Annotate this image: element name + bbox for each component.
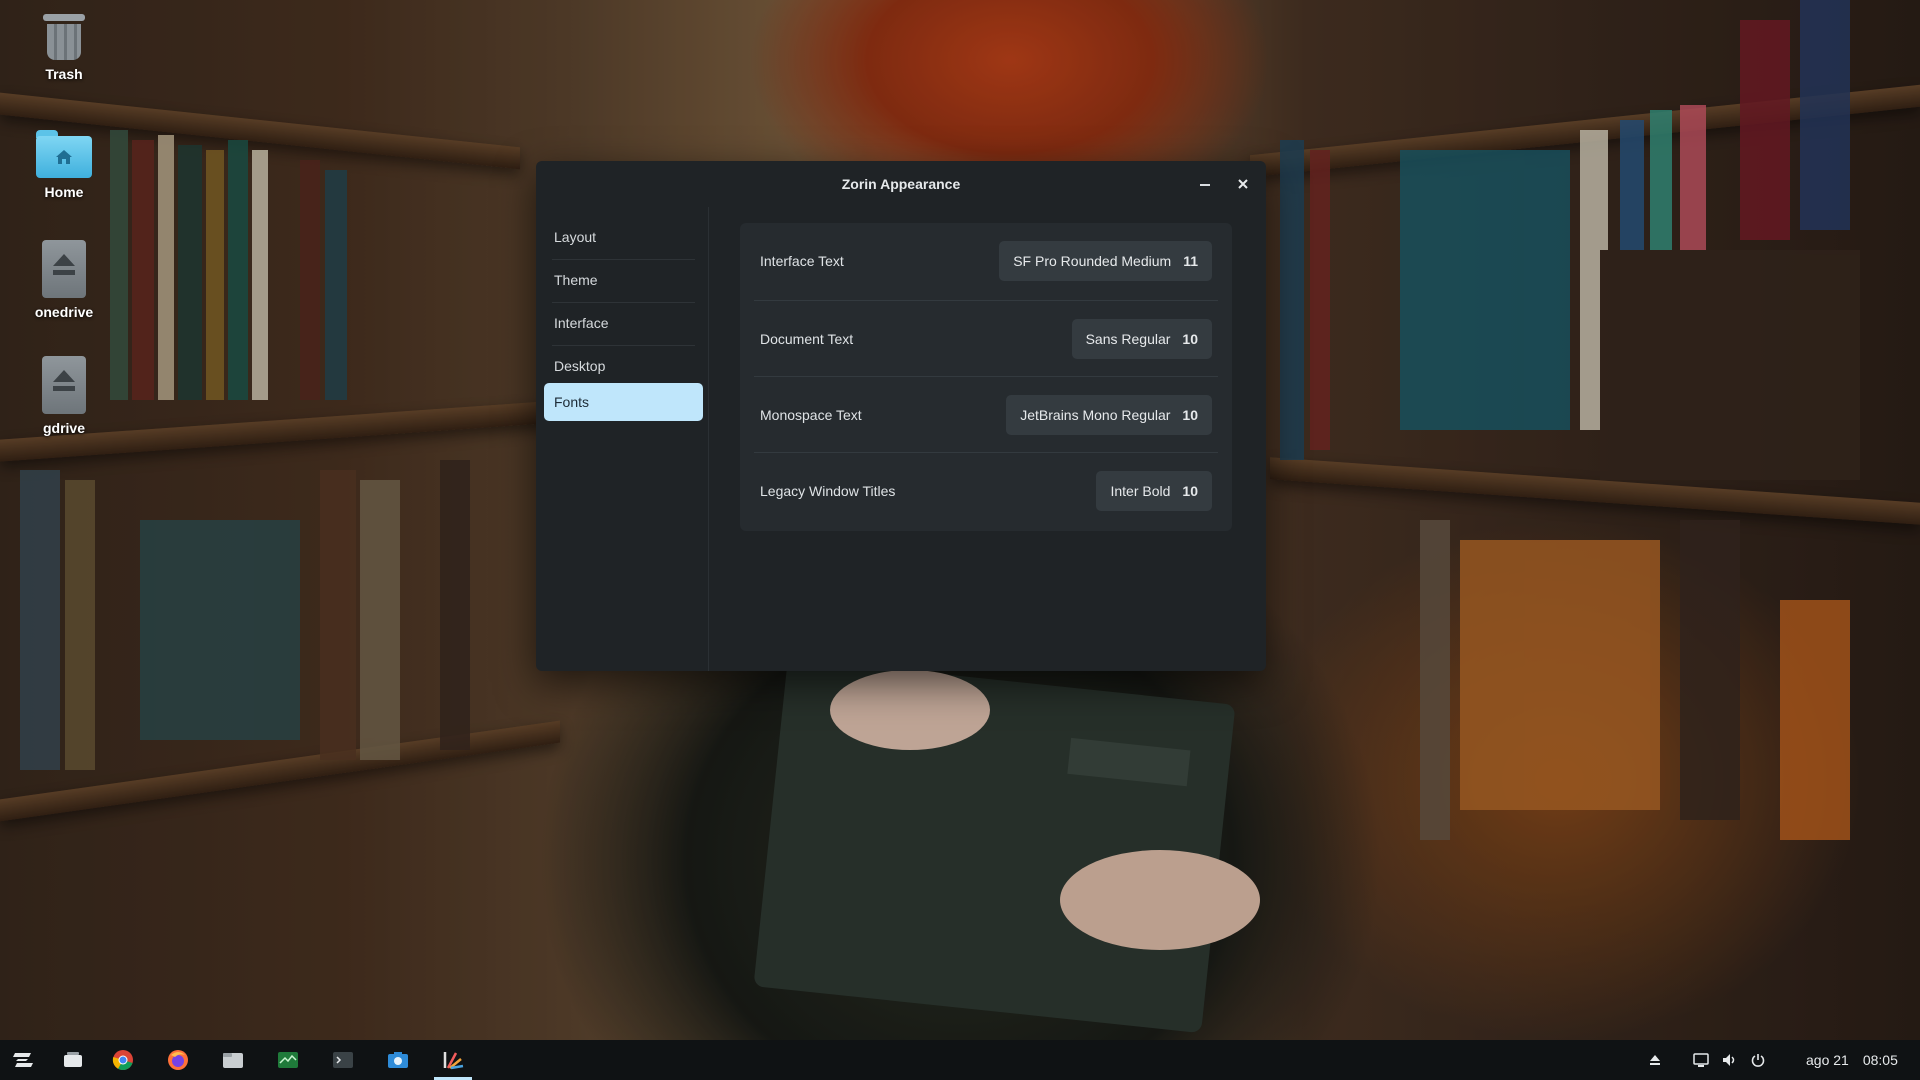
screen-icon [1693,1053,1709,1067]
sidebar-item-label: Theme [554,272,598,288]
system-monitor-icon [278,1052,298,1068]
system-tray: ago 21 08:05 [1640,1040,1898,1080]
minimize-button[interactable] [1194,173,1216,195]
fonts-card: Interface Text SF Pro Rounded Medium 11 … [740,223,1232,531]
power-icon [1751,1054,1765,1067]
desktop-icon-gdrive[interactable]: gdrive [16,356,112,436]
desktop-icon-onedrive[interactable]: onedrive [16,240,112,320]
minimize-icon [1200,184,1210,186]
document-font-button[interactable]: Sans Regular 10 [1071,319,1212,359]
legacy-titles-font-button[interactable]: Inter Bold 10 [1096,471,1212,511]
chrome-button[interactable] [100,1040,146,1080]
sidebar-item-interface[interactable]: Interface [544,305,703,341]
sidebar-item-fonts[interactable]: Fonts [544,383,703,421]
home-folder-icon [36,130,92,178]
font-size: 11 [1183,253,1198,269]
sidebar-item-desktop[interactable]: Desktop [544,348,703,384]
font-size: 10 [1182,331,1198,347]
font-size: 10 [1182,483,1198,499]
sidebar-divider [552,259,695,260]
eject-button[interactable] [1640,1054,1670,1066]
files-icon [223,1053,243,1068]
power-button[interactable] [1744,1053,1772,1067]
terminal-button[interactable] [320,1040,366,1080]
clock-time[interactable]: 08:05 [1863,1052,1898,1068]
font-name: Inter Bold [1110,483,1171,499]
taskbar: ago 21 08:05 [0,1040,1920,1080]
font-row-label: Document Text [760,331,854,347]
clock-date[interactable]: ago 21 [1806,1052,1849,1068]
interface-font-button[interactable]: SF Pro Rounded Medium 11 [999,241,1212,281]
workspaces-icon [64,1052,82,1067]
system-monitor-button[interactable] [265,1040,311,1080]
zorin-menu-icon [13,1053,33,1067]
font-row-label: Interface Text [760,253,844,269]
eject-icon [1650,1055,1660,1065]
sidebar: Layout Theme Interface Desktop Fonts [536,207,709,671]
font-name: SF Pro Rounded Medium [1013,253,1172,269]
font-name: Sans Regular [1085,331,1171,347]
sidebar-item-layout[interactable]: Layout [544,219,703,255]
font-row-interface-text: Interface Text SF Pro Rounded Medium 11 [740,223,1232,299]
font-name: JetBrains Mono Regular [1020,407,1171,423]
font-size: 10 [1182,407,1198,423]
sidebar-item-theme[interactable]: Theme [544,262,703,298]
sidebar-item-label: Desktop [554,358,606,374]
sidebar-item-label: Interface [554,315,609,331]
firefox-button[interactable] [155,1040,201,1080]
sidebar-item-label: Layout [554,229,597,245]
zorin-appearance-button[interactable] [430,1040,476,1080]
workspaces-button[interactable] [50,1040,96,1080]
close-icon [1238,179,1248,189]
drive-eject-icon [42,356,86,414]
font-row-label: Legacy Window Titles [760,483,896,499]
firefox-icon [168,1050,188,1070]
fonts-panel: Interface Text SF Pro Rounded Medium 11 … [708,207,1266,671]
font-row-legacy-window-titles: Legacy Window Titles Inter Bold 10 [740,453,1232,529]
desktop-icon-label: gdrive [42,420,85,436]
sidebar-divider [552,345,695,346]
screen-button[interactable] [1686,1053,1716,1067]
sidebar-item-label: Fonts [554,394,590,410]
close-button[interactable] [1232,173,1254,195]
desktop-icon-home[interactable]: Home [16,130,112,200]
window-title: Zorin Appearance [841,176,961,192]
zorin-menu-button[interactable] [0,1040,46,1080]
screenshot-icon [388,1052,408,1068]
desktop-icon-label: Trash [45,66,83,82]
window-titlebar[interactable]: Zorin Appearance [536,161,1266,207]
zorin-appearance-icon [443,1052,464,1070]
font-row-monospace-text: Monospace Text JetBrains Mono Regular 10 [740,377,1232,453]
files-button[interactable] [210,1040,256,1080]
terminal-icon [333,1052,353,1068]
screenshot-button[interactable] [375,1040,421,1080]
font-row-document-text: Document Text Sans Regular 10 [740,301,1232,377]
monospace-font-button[interactable]: JetBrains Mono Regular 10 [1006,395,1212,435]
font-row-label: Monospace Text [760,407,862,423]
desktop-icon-trash[interactable]: Trash [16,12,112,82]
chrome-icon [112,1050,133,1071]
desktop-icon-label: onedrive [34,304,94,320]
drive-eject-icon [42,240,86,298]
volume-button[interactable] [1716,1053,1744,1067]
sidebar-divider [552,302,695,303]
trash-icon [43,12,85,60]
desktop-icon-label: Home [44,184,84,200]
zorin-appearance-window: Zorin Appearance Layout Theme Interface … [536,161,1266,671]
volume-icon [1723,1054,1735,1066]
